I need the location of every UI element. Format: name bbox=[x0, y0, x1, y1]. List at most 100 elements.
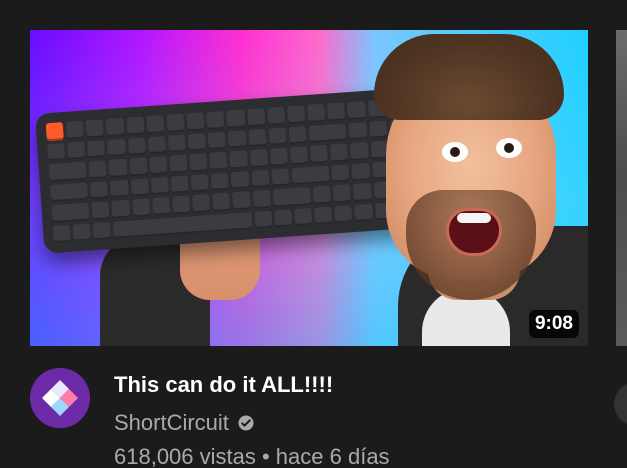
keyboard-key bbox=[327, 102, 346, 122]
keyboard-key bbox=[253, 210, 273, 229]
channel-avatar[interactable] bbox=[30, 368, 90, 428]
keyboard-key bbox=[150, 176, 169, 196]
keyboard-key bbox=[169, 154, 188, 174]
keyboard-key bbox=[266, 106, 286, 126]
video-stats: 618,006 vistas • hace 6 días bbox=[114, 444, 390, 468]
keyboard-key bbox=[186, 112, 205, 131]
keyboard-key bbox=[108, 158, 128, 178]
keyboard-key bbox=[252, 189, 271, 209]
keyboard-key bbox=[149, 155, 168, 175]
keyboard-keys bbox=[45, 98, 414, 243]
keyboard-key bbox=[49, 182, 89, 203]
thumbnail-left-eye bbox=[442, 142, 468, 162]
keyboard-key bbox=[287, 105, 306, 124]
keyboard-key bbox=[268, 127, 287, 146]
keyboard-key bbox=[271, 167, 290, 187]
video-title[interactable]: This can do it ALL!!!! bbox=[114, 372, 333, 398]
keyboard-key bbox=[91, 201, 110, 220]
keyboard-key bbox=[147, 135, 167, 155]
keyboard-key bbox=[90, 180, 109, 200]
keyboard-key bbox=[368, 120, 388, 139]
keyboard-key bbox=[208, 131, 227, 150]
keyboard-key bbox=[226, 109, 246, 129]
keyboard-key bbox=[67, 141, 86, 160]
video-thumbnail[interactable]: 9:08 bbox=[30, 30, 588, 346]
keyboard-key bbox=[354, 203, 373, 222]
keyboard-key bbox=[229, 150, 248, 169]
keyboard-key bbox=[130, 177, 149, 197]
video-duration-badge: 9:08 bbox=[528, 310, 579, 338]
keyboard-key bbox=[72, 222, 92, 242]
keyboard-key bbox=[127, 136, 146, 156]
keyboard-key bbox=[312, 185, 332, 205]
video-card[interactable]: 9:08 This can do it ALL!!!! ShortCircuit bbox=[30, 30, 588, 468]
keyboard-key bbox=[93, 221, 112, 241]
keyboard-key bbox=[52, 224, 72, 243]
keyboard-key bbox=[209, 151, 228, 171]
keyboard-key bbox=[248, 128, 267, 148]
keyboard-key bbox=[330, 143, 349, 162]
keyboard-key bbox=[333, 184, 352, 203]
keyboard-key bbox=[51, 202, 90, 223]
keyboard-key bbox=[246, 108, 266, 127]
keyboard-key bbox=[131, 198, 151, 217]
keyboard-key bbox=[166, 113, 185, 133]
keyboard-key bbox=[334, 204, 353, 224]
keyboard-key bbox=[347, 100, 366, 120]
keyboard-key bbox=[192, 194, 211, 213]
keyboard-key bbox=[107, 138, 126, 157]
verified-check-icon bbox=[238, 415, 254, 431]
keyboard-key bbox=[206, 110, 225, 130]
keyboard-key bbox=[228, 129, 247, 149]
keyboard-key bbox=[111, 199, 131, 219]
keyboard-key bbox=[47, 142, 66, 162]
keyboard-key bbox=[351, 162, 371, 181]
keyboard-key bbox=[65, 120, 85, 140]
keyboard-key bbox=[314, 206, 333, 225]
keyboard-key bbox=[48, 161, 87, 182]
keyboard-key bbox=[146, 115, 165, 134]
keyboard-key bbox=[294, 207, 313, 227]
keyboard-key bbox=[310, 144, 329, 164]
thumbnail-mouth bbox=[446, 208, 502, 256]
keyboard-key bbox=[307, 103, 326, 123]
keyboard-key bbox=[128, 157, 148, 177]
keyboard-key bbox=[189, 153, 208, 172]
thumbnail-keyboard bbox=[35, 87, 424, 254]
thumbnail-hair bbox=[374, 34, 564, 120]
keyboard-key bbox=[331, 163, 350, 183]
keyboard-key bbox=[269, 147, 289, 167]
channel-name[interactable]: ShortCircuit bbox=[114, 410, 229, 436]
keyboard-key bbox=[187, 132, 207, 152]
keyboard-key bbox=[87, 139, 106, 159]
keyboard-key bbox=[126, 116, 145, 136]
keyboard-key bbox=[231, 170, 250, 190]
keyboard-key bbox=[272, 187, 312, 208]
keyboard-key bbox=[288, 125, 307, 145]
keyboard-key bbox=[353, 182, 372, 202]
keyboard-key bbox=[45, 122, 65, 141]
keyboard-key bbox=[291, 165, 330, 186]
keyboard-key bbox=[85, 119, 105, 138]
keyboard-key bbox=[167, 134, 187, 153]
keyboard-key bbox=[251, 169, 270, 189]
video-grid-page: 9:08 This can do it ALL!!!! ShortCircuit bbox=[0, 0, 627, 468]
next-video-thumbnail-partial[interactable] bbox=[616, 30, 627, 346]
keyboard-key bbox=[88, 160, 108, 179]
channel-row[interactable]: ShortCircuit bbox=[114, 410, 255, 436]
keyboard-key bbox=[172, 195, 191, 215]
keyboard-key bbox=[274, 208, 293, 228]
keyboard-key bbox=[151, 196, 171, 216]
keyboard-key bbox=[212, 192, 231, 212]
next-video-avatar-partial[interactable] bbox=[614, 382, 627, 426]
shortcircuit-logo-icon bbox=[30, 368, 90, 428]
keyboard-key bbox=[190, 173, 210, 193]
keyboard-key bbox=[249, 148, 269, 168]
keyboard-key bbox=[210, 172, 230, 191]
keyboard-key bbox=[289, 146, 309, 165]
keyboard-key bbox=[106, 117, 125, 137]
thumbnail-right-eye bbox=[496, 138, 522, 158]
keyboard-key bbox=[350, 141, 369, 161]
keyboard-key bbox=[232, 191, 251, 210]
keyboard-key bbox=[348, 121, 368, 141]
